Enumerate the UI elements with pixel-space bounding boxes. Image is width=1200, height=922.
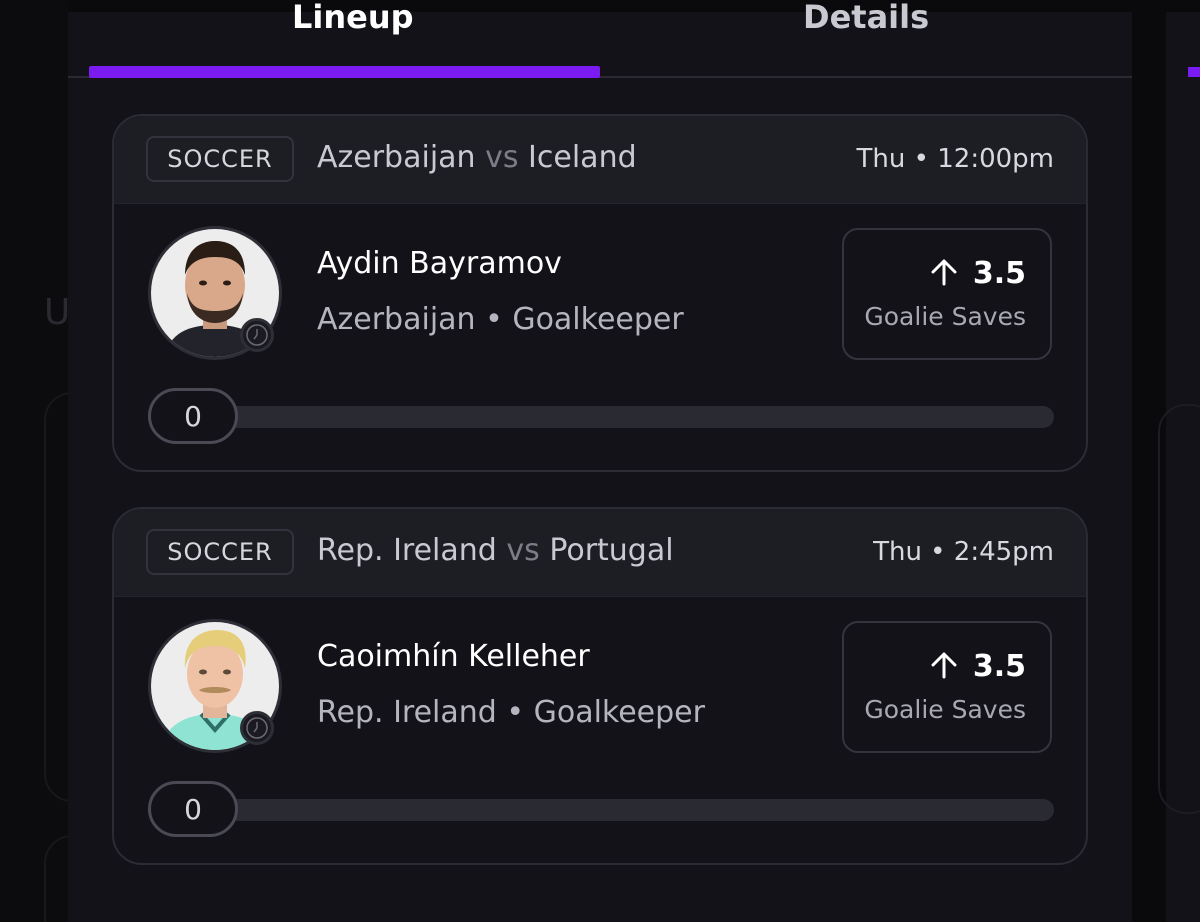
game-time: Thu • 12:00pm	[856, 144, 1054, 174]
lineup-panel: Lineup Details SOCCER Azerbaijan vs Icel…	[68, 0, 1132, 922]
player-name: Aydin Bayramov	[317, 246, 562, 281]
background-tab-indicator	[1188, 67, 1200, 77]
sport-badge: SOCCER	[146, 529, 294, 575]
team-a: Azerbaijan	[317, 140, 476, 175]
vs-label: vs	[485, 140, 519, 175]
background-right-panel	[1158, 12, 1200, 922]
prop-value: 3.5	[972, 649, 1026, 684]
prop-stat-label: Goalie Saves	[864, 302, 1026, 331]
tab-bar: Lineup Details	[68, 0, 1132, 78]
pick-card[interactable]: SOCCER Azerbaijan vs Iceland Thu • 12:00…	[112, 114, 1088, 472]
team-b: Portugal	[549, 533, 674, 568]
player-team-position: Azerbaijan • Goalkeeper	[317, 302, 684, 337]
pick-card[interactable]: SOCCER Rep. Ireland vs Portugal Thu • 2:…	[112, 507, 1088, 865]
pick-card-header: SOCCER Rep. Ireland vs Portugal Thu • 2:…	[114, 509, 1086, 597]
prop-value: 3.5	[972, 256, 1026, 291]
progress-count: 0	[148, 781, 238, 837]
tab-details[interactable]: Details	[803, 0, 929, 36]
matchup: Azerbaijan vs Iceland	[317, 140, 637, 175]
team-a: Rep. Ireland	[317, 533, 497, 568]
matchup: Rep. Ireland vs Portugal	[317, 533, 674, 568]
prop-stat-label: Goalie Saves	[864, 695, 1026, 724]
vs-label: vs	[506, 533, 540, 568]
game-time: Thu • 2:45pm	[873, 537, 1054, 567]
player-team-position: Rep. Ireland • Goalkeeper	[317, 695, 705, 730]
background-card	[1158, 404, 1200, 814]
pick-card-header: SOCCER Azerbaijan vs Iceland Thu • 12:00…	[114, 116, 1086, 204]
prop-line-box[interactable]: 3.5 Goalie Saves	[842, 228, 1052, 360]
tab-lineup[interactable]: Lineup	[292, 0, 414, 36]
clock-icon	[240, 318, 274, 352]
progress-count: 0	[148, 388, 238, 444]
clock-icon	[240, 711, 274, 745]
progress-track	[148, 406, 1054, 428]
background-left-panel: U	[0, 0, 104, 922]
team-b: Iceland	[528, 140, 637, 175]
arrow-up-icon	[929, 257, 959, 291]
prop-line: 3.5	[929, 649, 1026, 684]
player-name: Caoimhín Kelleher	[317, 639, 590, 674]
prop-line: 3.5	[929, 256, 1026, 291]
background-letter: U	[44, 292, 71, 333]
active-tab-indicator	[89, 66, 600, 78]
arrow-up-icon	[929, 650, 959, 684]
progress-track	[148, 799, 1054, 821]
prop-line-box[interactable]: 3.5 Goalie Saves	[842, 621, 1052, 753]
sport-badge: SOCCER	[146, 136, 294, 182]
